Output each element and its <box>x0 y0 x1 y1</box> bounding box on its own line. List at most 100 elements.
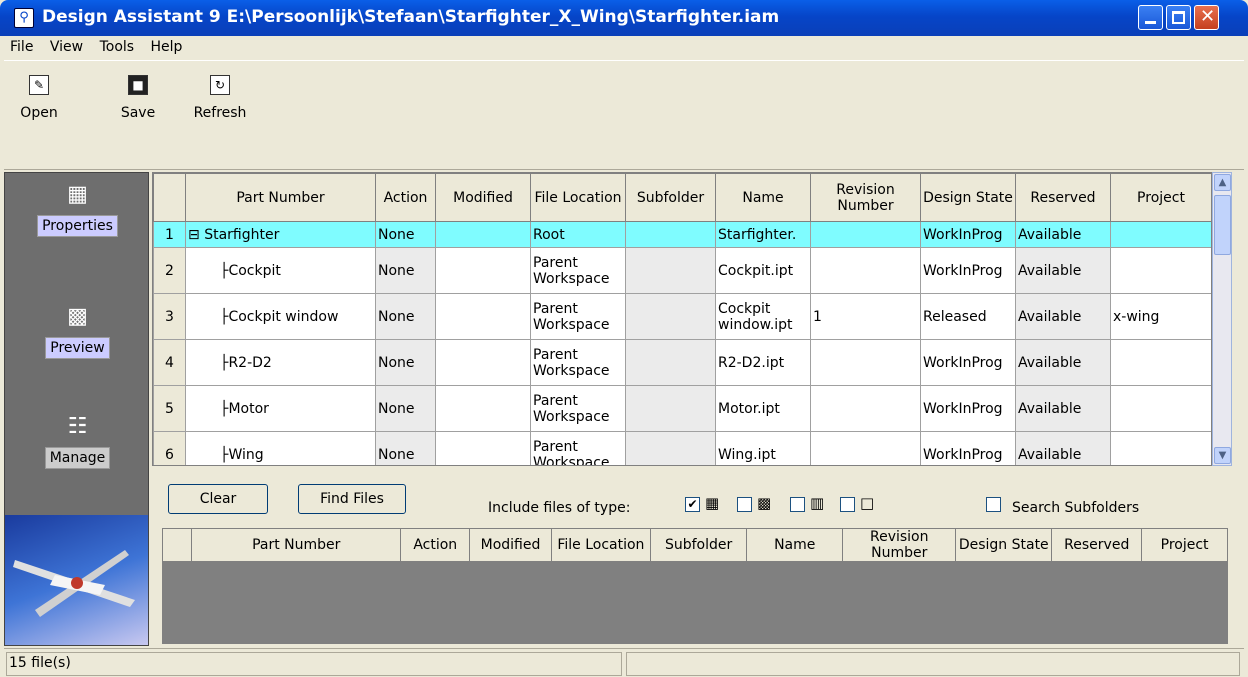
maximize-button[interactable] <box>1166 5 1191 30</box>
col-part-number[interactable]: Part Number <box>191 528 402 562</box>
action-cell[interactable]: None <box>375 431 436 465</box>
col-design-state[interactable]: Design State <box>920 173 1016 222</box>
col-file-location[interactable]: File Location <box>530 173 626 222</box>
project-cell <box>1110 385 1211 432</box>
table-row[interactable]: 5 ├Motor None Parent Workspace Motor.ipt… <box>153 385 1211 432</box>
revision-cell: 1 <box>810 293 921 340</box>
close-button[interactable]: ✕ <box>1194 5 1219 30</box>
col-design-state[interactable]: Design State <box>955 528 1053 562</box>
assembly-icon: ▦ <box>705 494 720 512</box>
name-cell: Starfighter. <box>715 221 811 248</box>
refresh-label: Refresh <box>193 105 247 121</box>
menu-view[interactable]: View <box>44 36 89 58</box>
menu-help[interactable]: Help <box>145 36 189 58</box>
table-row[interactable]: 2 ├Cockpit None Parent Workspace Cockpit… <box>153 247 1211 294</box>
corner-header <box>161 528 193 562</box>
col-subfolder[interactable]: Subfolder <box>625 173 716 222</box>
col-subfolder[interactable]: Subfolder <box>650 528 748 562</box>
part-number-cell[interactable]: ├R2-D2 <box>185 339 376 386</box>
col-part-number[interactable]: Part Number <box>185 173 376 222</box>
sidebar-item-manage[interactable]: ☷ Manage <box>5 413 150 469</box>
presentation-checkbox[interactable] <box>790 497 805 512</box>
refresh-button[interactable]: ↻ Refresh <box>190 75 250 121</box>
name-cell: R2-D2.ipt <box>715 339 811 386</box>
part-checkbox[interactable] <box>737 497 752 512</box>
part-number-cell[interactable]: ├Cockpit <box>185 247 376 294</box>
reserved-cell: Available <box>1015 385 1111 432</box>
save-button[interactable]: ■ Save <box>116 75 160 121</box>
scroll-thumb[interactable] <box>1214 195 1231 255</box>
col-modified[interactable]: Modified <box>469 528 552 562</box>
row-number: 4 <box>153 339 186 386</box>
col-name[interactable]: Name <box>715 173 811 222</box>
col-project[interactable]: Project <box>1110 173 1211 222</box>
corner-header <box>153 173 186 222</box>
sidebar-item-properties[interactable]: ▦ Properties <box>5 181 150 237</box>
col-action[interactable]: Action <box>375 173 436 222</box>
status-bar: 15 file(s) <box>4 648 1244 677</box>
open-icon: ✎ <box>29 75 49 95</box>
table-row[interactable]: 3 ├Cockpit window None Parent Workspace … <box>153 293 1211 340</box>
row-number: 6 <box>153 431 186 465</box>
col-revision[interactable]: Revision Number <box>842 528 957 562</box>
sidebar: ▦ Properties ▩ Preview ☷ Manage <box>4 172 149 646</box>
location-cell: Parent Workspace <box>530 339 626 386</box>
col-modified[interactable]: Modified <box>435 173 531 222</box>
col-reserved[interactable]: Reserved <box>1051 528 1143 562</box>
action-cell[interactable]: None <box>375 339 436 386</box>
vertical-scrollbar[interactable]: ▲ ▼ <box>1212 172 1232 466</box>
include-label: Include files of type: <box>488 500 631 516</box>
col-action[interactable]: Action <box>400 528 471 562</box>
open-label: Open <box>20 105 58 121</box>
find-files-button[interactable]: Find Files <box>298 484 406 514</box>
window-title: Design Assistant 9 E:\Persoonlijk\Stefaa… <box>42 7 780 27</box>
col-reserved[interactable]: Reserved <box>1015 173 1111 222</box>
action-cell[interactable]: None <box>375 293 436 340</box>
action-cell[interactable]: None <box>375 221 436 248</box>
action-cell[interactable]: None <box>375 247 436 294</box>
scroll-up-icon[interactable]: ▲ <box>1214 174 1231 191</box>
clear-button[interactable]: Clear <box>168 484 268 514</box>
state-cell: WorkInProg <box>920 339 1016 386</box>
state-cell: WorkInProg <box>920 221 1016 248</box>
col-name[interactable]: Name <box>746 528 844 562</box>
menu-tools[interactable]: Tools <box>94 36 141 58</box>
table-row[interactable]: 1 ⊟ Starfighter None Root Starfighter. W… <box>153 221 1211 248</box>
project-cell <box>1110 247 1211 294</box>
state-cell: WorkInProg <box>920 385 1016 432</box>
col-revision[interactable]: Revision Number <box>810 173 921 222</box>
part-number-cell[interactable]: ├Wing <box>185 431 376 465</box>
toolbar: ✎ Open ■ Save ↻ Refresh <box>4 60 1244 170</box>
scroll-down-icon[interactable]: ▼ <box>1214 447 1231 464</box>
col-file-location[interactable]: File Location <box>550 528 652 562</box>
part-number-cell[interactable]: ├Cockpit window <box>185 293 376 340</box>
project-cell <box>1110 221 1211 248</box>
collapse-icon[interactable]: ⊟ <box>188 227 200 243</box>
name-cell: Cockpit window.ipt <box>715 293 811 340</box>
part-name: R2-D2 <box>228 354 272 371</box>
part-name: Wing <box>228 446 264 463</box>
minimize-button[interactable] <box>1138 5 1163 30</box>
sidebar-item-preview[interactable]: ▩ Preview <box>5 303 150 359</box>
row-number: 2 <box>153 247 186 294</box>
assembly-checkbox[interactable]: ✔ <box>685 497 700 512</box>
sidebar-label-properties: Properties <box>37 215 118 237</box>
subfolder-cell <box>625 339 716 386</box>
open-button[interactable]: ✎ Open <box>14 75 64 121</box>
state-cell: WorkInProg <box>920 247 1016 294</box>
col-project[interactable]: Project <box>1141 528 1228 562</box>
search-subfolders-label: Search Subfolders <box>1012 500 1140 516</box>
action-cell[interactable]: None <box>375 385 436 432</box>
menu-file[interactable]: File <box>4 36 39 58</box>
revision-cell <box>810 221 921 248</box>
app-icon[interactable]: ⚲ <box>14 8 34 28</box>
name-cell: Wing.ipt <box>715 431 811 465</box>
results-table: Part Number Action Modified File Locatio… <box>161 528 1228 562</box>
search-subfolders-checkbox[interactable] <box>986 497 1001 512</box>
part-number-cell[interactable]: ⊟ Starfighter <box>185 221 376 248</box>
drawing-checkbox[interactable] <box>840 497 855 512</box>
modified-cell <box>435 293 531 340</box>
table-row[interactable]: 4 ├R2-D2 None Parent Workspace R2-D2.ipt… <box>153 339 1211 386</box>
table-row[interactable]: 6 ├Wing None Parent Workspace Wing.ipt W… <box>153 431 1211 465</box>
part-number-cell[interactable]: ├Motor <box>185 385 376 432</box>
